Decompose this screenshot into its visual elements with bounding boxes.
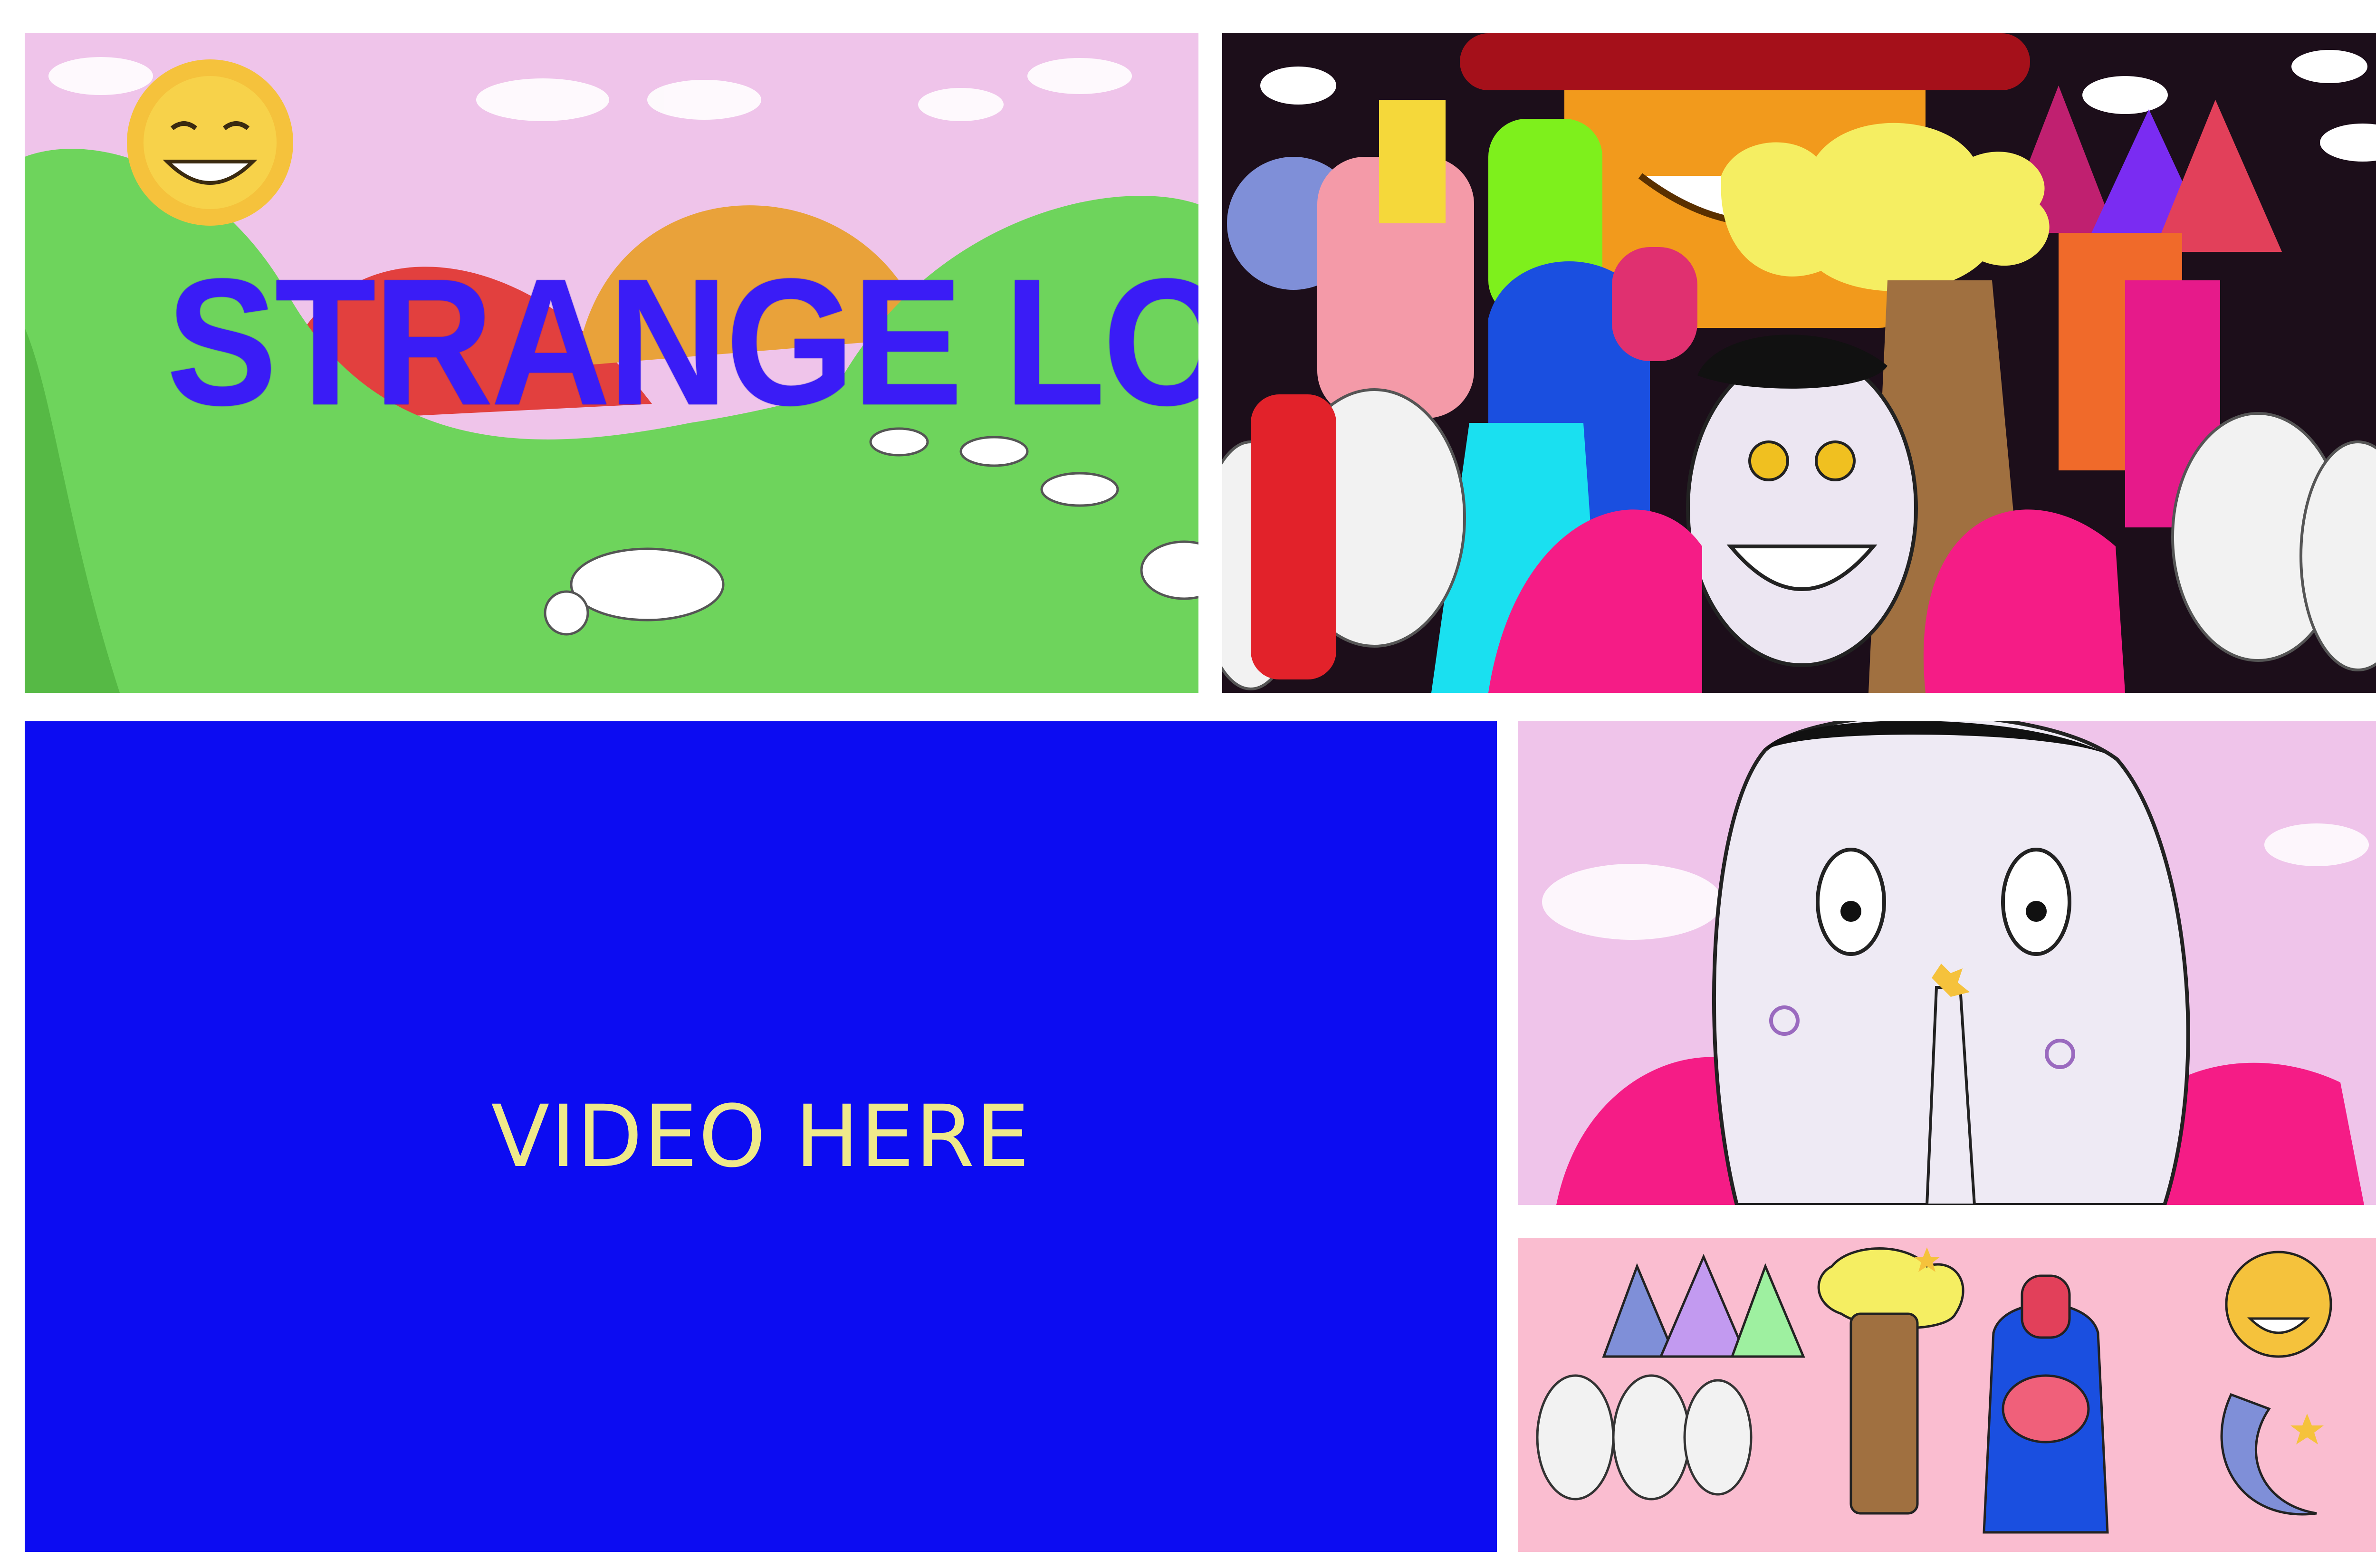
face-closeup-scene xyxy=(1518,721,2376,1205)
crowd-illustration xyxy=(1222,33,2376,693)
video-placeholder-label: VIDEO HERE xyxy=(491,1087,1031,1186)
face-closeup-illustration xyxy=(1518,721,2376,1205)
title-text: STRANGE LOVE xyxy=(166,241,1198,443)
character-lineup-illustration xyxy=(1518,1238,2376,1552)
crowd-scene xyxy=(1222,33,2376,693)
video-placeholder[interactable]: VIDEO HERE xyxy=(25,721,1497,1552)
sun-icon xyxy=(127,59,293,226)
title-frame-illustration: STRANGE LOVE xyxy=(25,33,1198,693)
lineup-scene xyxy=(1518,1238,2376,1552)
